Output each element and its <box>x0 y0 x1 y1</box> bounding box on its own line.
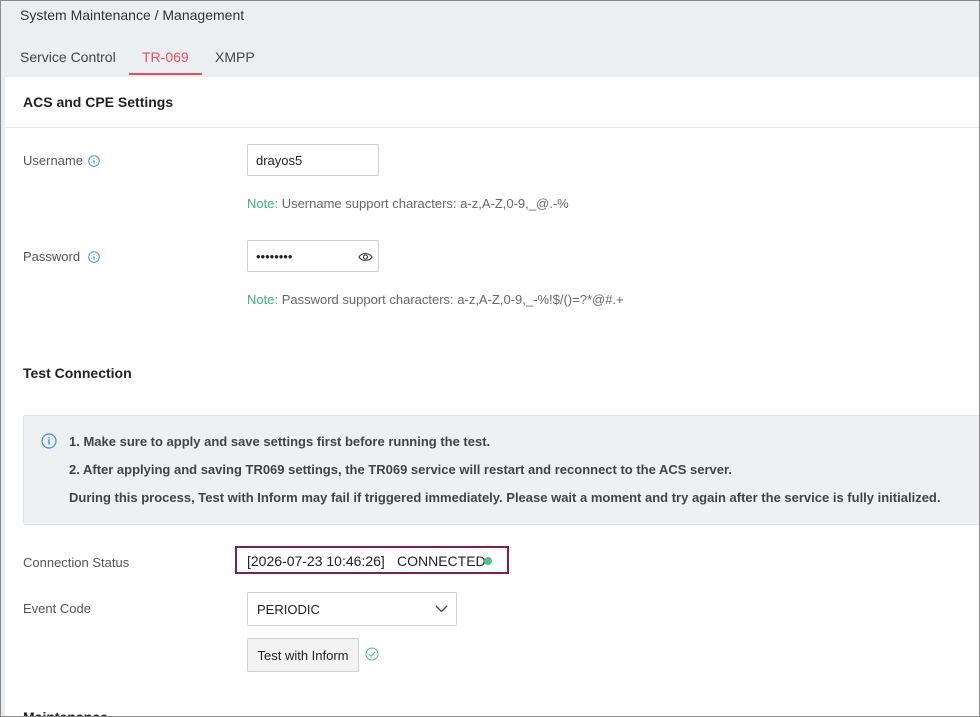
event-code-value: PERIODIC <box>257 602 320 617</box>
content-panel <box>5 77 979 716</box>
test-with-inform-button[interactable]: Test with Inform <box>247 638 359 672</box>
password-info-icon[interactable] <box>88 251 100 263</box>
username-note-key: Note: <box>247 196 279 211</box>
password-note-text: Password support characters: a-z,A-Z,0-9… <box>278 292 624 307</box>
section-divider <box>5 127 979 128</box>
info-box: 1. Make sure to apply and save settings … <box>23 415 979 525</box>
section-title-test-connection: Test Connection <box>23 365 132 381</box>
event-code-label: Event Code <box>23 601 91 616</box>
eye-icon[interactable] <box>358 251 373 263</box>
info-line-3: During this process, Test with Inform ma… <box>69 490 941 505</box>
tab-tr069[interactable]: TR-069 <box>142 49 189 65</box>
info-icon <box>41 433 57 449</box>
connection-timestamp: [2026-07-23 10:46:26] <box>247 553 385 569</box>
window: System Maintenance / Management Service … <box>0 0 980 717</box>
tab-service-control[interactable]: Service Control <box>20 49 116 65</box>
connection-status-box: [2026-07-23 10:46:26] CONNECTED <box>235 546 509 574</box>
breadcrumb: System Maintenance / Management <box>20 7 245 23</box>
section-title-maintenance: Maintenance <box>23 709 108 717</box>
username-info-icon[interactable] <box>88 155 100 167</box>
username-label: Username <box>23 153 83 168</box>
info-line-2: 2. After applying and saving TR069 setti… <box>69 462 732 477</box>
active-tab-indicator <box>129 73 202 75</box>
tab-xmpp[interactable]: XMPP <box>215 49 255 65</box>
username-input[interactable] <box>247 144 379 176</box>
password-note-key: Note: <box>247 292 279 307</box>
password-note: Note: Password support characters: a-z,A… <box>247 292 624 307</box>
chevron-down-icon <box>435 605 448 613</box>
page-header: System Maintenance / Management Service … <box>1 1 979 77</box>
event-code-select[interactable]: PERIODIC <box>247 592 457 626</box>
username-note: Note: Username support characters: a-z,A… <box>247 196 569 211</box>
password-label: Password <box>23 249 81 264</box>
connection-status-label: Connection Status <box>23 555 130 570</box>
section-title-acs: ACS and CPE Settings <box>23 94 174 110</box>
connection-status-value: CONNECTED <box>397 553 486 569</box>
check-circle-icon <box>365 647 379 661</box>
status-dot <box>484 557 492 565</box>
username-note-text: Username support characters: a-z,A-Z,0-9… <box>278 196 569 211</box>
info-line-1: 1. Make sure to apply and save settings … <box>69 434 491 449</box>
